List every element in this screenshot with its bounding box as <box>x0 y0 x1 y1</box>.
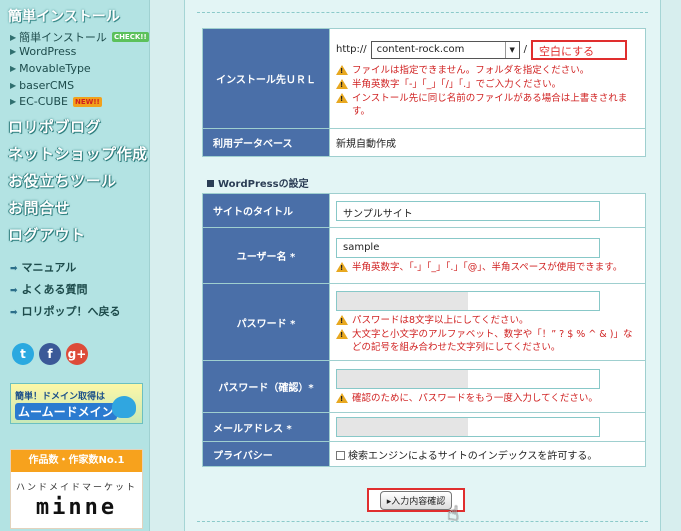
google-plus-icon[interactable]: g+ <box>66 343 88 365</box>
warning-message: 半角英数字「-」「_」「/」「.」でご入力ください。 <box>336 78 639 92</box>
domain-select[interactable]: content-rock.com ▼ <box>370 40 520 59</box>
banner-text: 簡単！ドメイン取得は <box>15 392 106 402</box>
sidebar-item-ec-cube[interactable]: ▶ EC-CUBE NEW!! <box>10 95 102 108</box>
sidebar-link-label: よくある質問 <box>21 283 88 296</box>
main-content: インストール先ＵＲＬ http:// content-rock.com ▼ / … <box>184 0 661 531</box>
url-slash: / <box>523 44 528 55</box>
sidebar: 簡単インストール ▶ 簡単インストール CHECK!! ▶ WordPress … <box>0 0 150 531</box>
warning-icon <box>336 78 348 92</box>
sidebar-item-label: MovableType <box>19 62 91 75</box>
url-prefix: http:// <box>336 44 367 55</box>
arrow-icon: ➡ <box>10 308 18 318</box>
banner-logo-text: ムームードメイン <box>15 403 117 420</box>
chevron-down-icon: ▼ <box>504 41 519 58</box>
twitter-icon[interactable]: t <box>12 343 34 365</box>
email-label: メールアドレス * <box>202 412 330 442</box>
password-confirm-input[interactable] <box>336 368 600 389</box>
privacy-cell: 検索エンジンによるサイトのインデックスを許可する。 <box>329 441 646 467</box>
username-label: ユーザー名 * <box>202 227 330 284</box>
sidebar-item-basercms[interactable]: ▶ baserCMS <box>10 79 74 92</box>
privacy-checkbox-label: 検索エンジンによるサイトのインデックスを許可する。 <box>348 450 598 462</box>
database-label: 利用データベース <box>202 128 330 157</box>
domain-select-value: content-rock.com <box>376 44 465 55</box>
sidebar-link-back[interactable]: ➡ ロリポップ！へ戻る <box>10 303 121 319</box>
warning-message: ファイルは指定できません。フォルダを指定ください。 <box>336 64 639 78</box>
sidebar-item-label: WordPress <box>19 45 77 58</box>
username-input[interactable]: sample <box>336 237 600 258</box>
sidebar-item-label: 簡単インストール <box>19 31 107 44</box>
site-title-input[interactable]: サンプルサイト <box>336 200 600 221</box>
wordpress-settings-heading: WordPressの設定 <box>207 175 309 190</box>
warning-icon <box>336 328 348 342</box>
sidebar-link-label: ロリポップ！へ戻る <box>21 305 121 318</box>
triangle-icon: ▶ <box>10 97 17 106</box>
install-url-cell: http:// content-rock.com ▼ / 空白にする ファイルは… <box>329 28 646 129</box>
new-badge: NEW!! <box>73 96 102 107</box>
wordpress-settings-table: サイトのタイトル サンプルサイト ユーザー名 * sample 半角英数字、「-… <box>202 193 646 467</box>
sidebar-item-label: EC-CUBE <box>19 95 68 108</box>
privacy-label: プライバシー <box>202 441 330 467</box>
sidebar-item-label: baserCMS <box>19 79 75 92</box>
sidebar-item-movabletype[interactable]: ▶ MovableType <box>10 62 91 75</box>
directory-input[interactable]: 空白にする <box>531 39 628 60</box>
square-bullet-icon <box>207 180 214 187</box>
password-input[interactable] <box>336 290 600 311</box>
warning-message: 半角英数字、「-」「_」「.」「@」、半角スペースが使用できます。 <box>336 261 639 275</box>
minne-logo: minne <box>35 495 118 520</box>
divider <box>197 521 648 522</box>
mascot-icon <box>112 396 136 418</box>
sidebar-link-netshop[interactable]: ネットショップ作成 <box>8 143 148 164</box>
warning-message: インストール先に同じ名前のファイルがある場合は上書きされます。 <box>336 92 639 118</box>
banner-heading: 作品数・作家数No.1 <box>11 450 142 472</box>
easy-install-heading[interactable]: 簡単インストール <box>8 6 120 26</box>
install-settings-table: インストール先ＵＲＬ http:// content-rock.com ▼ / … <box>202 28 646 157</box>
sidebar-link-label: マニュアル <box>21 261 77 274</box>
warning-message: 確認のために、パスワードをもう一度入力してください。 <box>336 392 639 406</box>
install-url-label: インストール先ＵＲＬ <box>202 28 330 129</box>
triangle-icon: ▶ <box>10 47 17 56</box>
social-icons: t f g+ <box>12 343 88 365</box>
sidebar-link-faq[interactable]: ➡ よくある質問 <box>10 281 88 297</box>
database-value: 新規自動作成 <box>329 128 646 157</box>
sidebar-link-contact[interactable]: お問合せ <box>8 197 70 218</box>
muumuu-domain-banner[interactable]: 簡単！ドメイン取得は ムームードメイン <box>10 383 143 424</box>
check-badge: CHECK!! <box>111 32 149 42</box>
divider <box>197 12 648 13</box>
triangle-icon: ▶ <box>10 32 17 42</box>
warning-icon <box>336 261 348 275</box>
arrow-icon: ➡ <box>10 286 18 296</box>
warning-icon <box>336 92 348 106</box>
password-confirm-label: パスワード（確認）* <box>202 360 330 413</box>
sidebar-item-easy-install[interactable]: ▶ 簡単インストール CHECK!! <box>10 29 149 45</box>
warning-icon <box>336 392 348 406</box>
triangle-icon: ▶ <box>10 81 17 90</box>
sidebar-link-logout[interactable]: ログアウト <box>8 224 86 245</box>
email-input[interactable] <box>336 417 600 437</box>
warning-message: 大文字と小文字のアルファベット、数字や「！” ? $ % ^ & )」などの記号… <box>336 328 639 354</box>
banner-subtitle: ハンドメイドマーケット <box>15 483 137 493</box>
facebook-icon[interactable]: f <box>39 343 61 365</box>
sidebar-link-tools[interactable]: お役立ちツール <box>8 170 117 191</box>
confirm-input-button[interactable]: ▸入力内容確認 <box>379 490 453 510</box>
sidebar-item-wordpress[interactable]: ▶ WordPress <box>10 45 76 58</box>
warning-icon <box>336 64 348 78</box>
password-label: パスワード * <box>202 283 330 361</box>
minne-banner[interactable]: 作品数・作家数No.1 ハンドメイドマーケット minne <box>10 449 143 529</box>
triangle-icon: ▶ <box>10 64 17 73</box>
warning-icon <box>336 314 348 328</box>
warning-message: パスワードは8文字以上にしてください。 <box>336 314 639 328</box>
site-title-label: サイトのタイトル <box>202 193 330 228</box>
sidebar-link-manual[interactable]: ➡ マニュアル <box>10 259 76 275</box>
sidebar-link-lolipo-blog[interactable]: ロリポブログ <box>8 116 101 137</box>
privacy-checkbox[interactable] <box>336 451 345 460</box>
arrow-icon: ➡ <box>10 264 18 274</box>
